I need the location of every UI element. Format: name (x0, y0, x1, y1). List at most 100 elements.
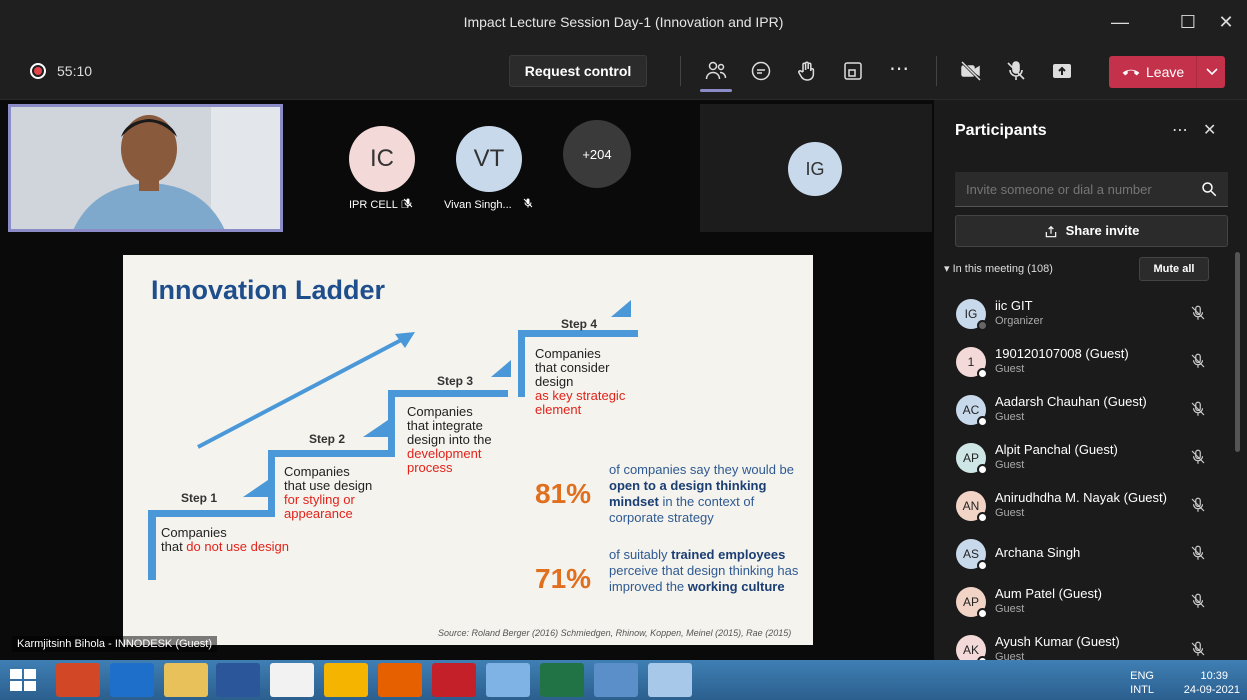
participants-icon[interactable] (701, 57, 731, 85)
language-indicator[interactable]: ENG (1124, 670, 1154, 682)
leave-button[interactable]: Leave (1109, 56, 1225, 88)
avatar: AN (956, 491, 988, 523)
avatar[interactable]: VT (456, 126, 522, 192)
mic-off-icon[interactable] (1189, 352, 1207, 370)
clock-time[interactable]: 10:39 (1168, 670, 1228, 682)
list-item[interactable]: AS Archana Singh (944, 530, 1226, 578)
camera-off-icon[interactable] (956, 57, 986, 85)
rooms-icon[interactable] (838, 57, 868, 85)
speaker-video[interactable] (8, 104, 283, 232)
mute-all-button[interactable]: Mute all (1139, 257, 1209, 281)
firefox-icon[interactable] (378, 663, 422, 697)
step-text: Companies that integrate design into the d… (407, 404, 492, 475)
paint-icon[interactable] (648, 663, 692, 697)
in-meeting-label: In this meeting (108) (952, 263, 1053, 275)
participant-list: IG iic GIT Organizer 1 190120107008 (Gue… (944, 290, 1226, 662)
list-item[interactable]: AP Aum Patel (Guest) Guest (944, 578, 1226, 626)
participant-role: Guest (995, 603, 1025, 615)
share-icon (1045, 225, 1056, 237)
file-explorer-icon[interactable] (164, 663, 208, 697)
toolbar-divider (680, 56, 681, 86)
stat-text: of companies say they would be open to a… (609, 462, 794, 525)
close-icon[interactable]: ✕ (1210, 8, 1242, 36)
participant-role: Guest (995, 459, 1025, 471)
share-invite-label: Share invite (1065, 223, 1140, 238)
search-icon[interactable] (1200, 180, 1218, 198)
minimize-icon[interactable]: — (1104, 8, 1136, 36)
chevron-down-icon[interactable] (1204, 63, 1220, 79)
more-options-icon[interactable]: ⋯ (884, 57, 914, 85)
share-screen-icon[interactable] (1047, 57, 1077, 85)
mic-off-icon (523, 198, 533, 208)
list-item[interactable]: AK Ayush Kumar (Guest) Guest (944, 626, 1226, 662)
mic-off-icon[interactable] (1189, 592, 1207, 610)
stat-text: of suitably trained employees perceive t… (609, 547, 799, 594)
keyboard-layout[interactable]: INTL (1124, 684, 1154, 696)
window-title: Impact Lecture Session Day-1 (Innovation… (463, 14, 784, 30)
slide-source: Source: Roland Berger (2016) Schmiedgen,… (438, 628, 792, 638)
chat-icon[interactable] (746, 57, 776, 85)
list-item[interactable]: 1 190120107008 (Guest) Guest (944, 338, 1226, 386)
mic-off-icon[interactable] (1001, 57, 1031, 85)
list-item[interactable]: IG iic GIT Organizer (944, 290, 1226, 338)
avatar: AC (956, 395, 988, 427)
powerpoint-icon[interactable] (56, 663, 100, 697)
word-icon[interactable] (216, 663, 260, 697)
leave-label: Leave (1146, 64, 1185, 80)
stat-percent: 81% (535, 478, 592, 509)
request-control-button[interactable]: Request control (509, 55, 647, 87)
participant-role: Guest (995, 411, 1025, 423)
avatar: AS (956, 539, 988, 571)
mic-off-icon[interactable] (1189, 400, 1207, 418)
avatar: IG (956, 299, 988, 331)
close-panel-icon[interactable]: ✕ (1203, 120, 1216, 140)
step-label: Step 3 (437, 374, 474, 388)
recording-icon (30, 63, 46, 79)
internet-explorer-icon[interactable] (110, 663, 154, 697)
avatar: AK (956, 635, 988, 662)
mic-off-icon[interactable] (1189, 448, 1207, 466)
chrome-icon[interactable] (324, 663, 368, 697)
windows-start-icon[interactable] (6, 665, 40, 695)
overflow-participants[interactable]: +204 (563, 120, 631, 188)
avatar[interactable]: IC (349, 126, 415, 192)
participant-name: iic GIT (995, 298, 1033, 313)
share-invite-button[interactable]: Share invite (955, 215, 1228, 247)
overflow-count: +204 (582, 146, 612, 162)
app-icon[interactable] (486, 663, 530, 697)
list-item[interactable]: AC Aadarsh Chauhan (Guest) Guest (944, 386, 1226, 434)
mic-off-icon[interactable] (1189, 304, 1207, 322)
panel-scrollbar[interactable] (1235, 252, 1240, 452)
acrobat-icon[interactable] (432, 663, 476, 697)
avatar: IG (788, 142, 842, 196)
avatar: 1 (956, 347, 988, 379)
clock-date[interactable]: 24-09-2021 (1166, 684, 1240, 696)
mic-off-icon[interactable] (1189, 544, 1207, 562)
excel-icon[interactable] (540, 663, 584, 697)
mic-off-icon[interactable] (1189, 640, 1207, 658)
step-label: Step 4 (561, 317, 598, 331)
step-label: Step 2 (309, 432, 346, 446)
maximize-icon[interactable]: ☐ (1172, 8, 1204, 36)
in-meeting-header[interactable]: ▾ In this meeting (108) (944, 262, 1053, 275)
mic-off-icon[interactable] (1189, 496, 1207, 514)
teams-icon[interactable] (594, 663, 638, 697)
participant-name: Alpit Panchal (Guest) (995, 442, 1118, 457)
participant-role: Guest (995, 507, 1025, 519)
tile-name: IPR CELL ⃪ (349, 199, 398, 211)
list-item[interactable]: AN Anirudhdha M. Nayak (Guest) Guest (944, 482, 1226, 530)
list-item[interactable]: AP Alpit Panchal (Guest) Guest (944, 434, 1226, 482)
participant-role: Guest (995, 363, 1025, 375)
speaker-video-image (11, 107, 280, 229)
more-options-icon[interactable]: ⋯ (1172, 120, 1188, 140)
step-text: Companies that use design for styling or a… (284, 464, 373, 521)
participant-name: Aadarsh Chauhan (Guest) (995, 394, 1147, 409)
speaker-name: Karmjitsinh Bihola - INNODESK (Guest) (12, 636, 217, 652)
shared-slide: Innovation Ladder Step 1 Companies that d… (123, 255, 813, 645)
meeting-timer: 55:10 (57, 63, 93, 79)
tile-name: Vivan Singh... (444, 199, 512, 211)
avatar: AP (956, 443, 988, 475)
document-icon[interactable] (270, 663, 314, 697)
raise-hand-icon[interactable] (792, 57, 822, 85)
invite-input[interactable] (955, 172, 1228, 207)
